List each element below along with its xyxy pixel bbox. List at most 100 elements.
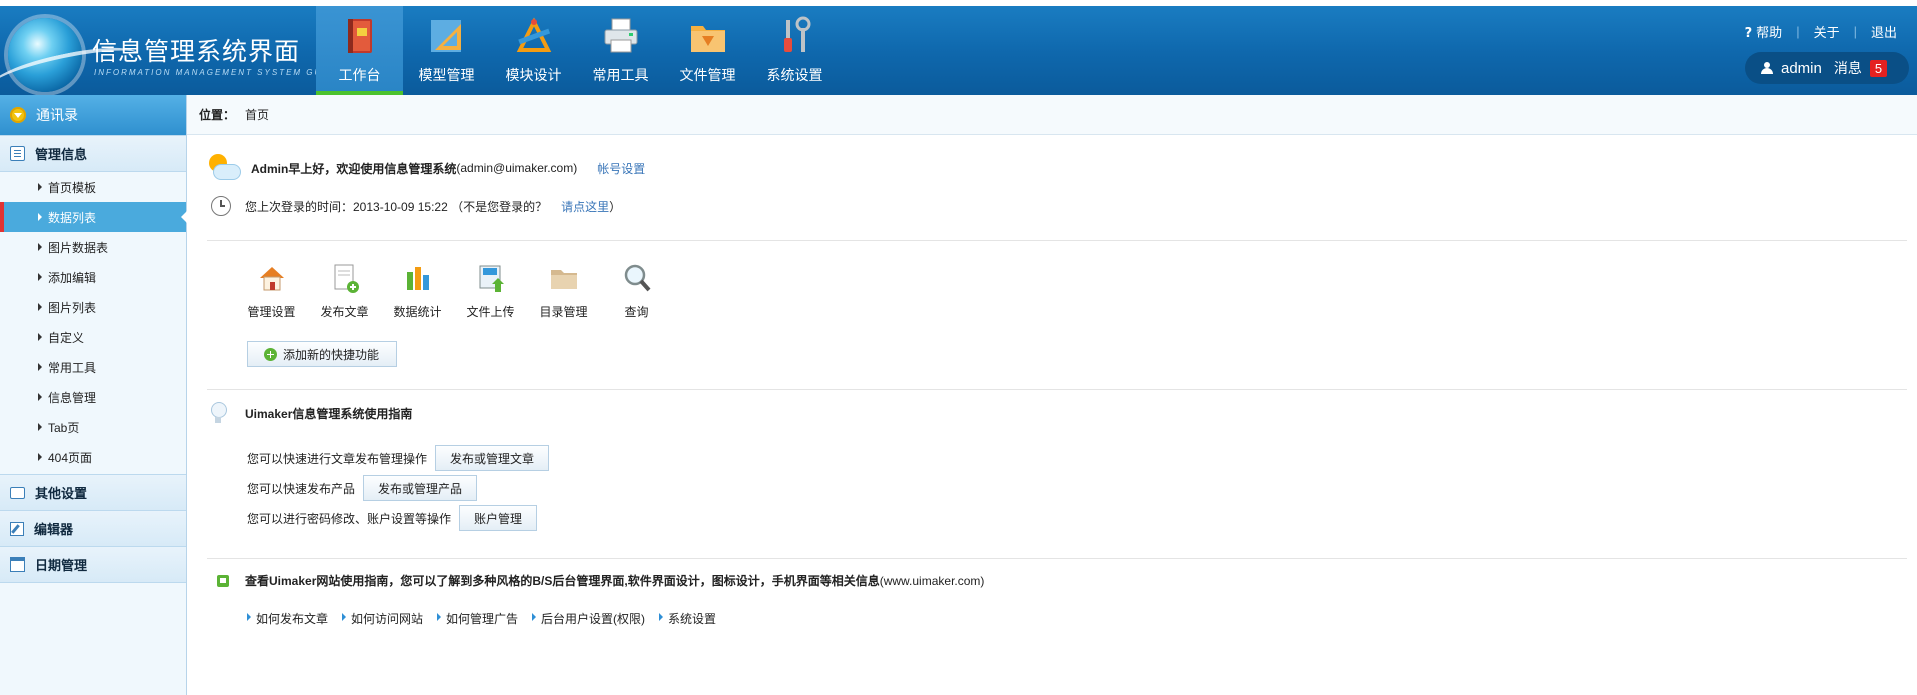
sidebar-section-other-settings[interactable]: 其他设置 <box>0 475 186 511</box>
sidebar-section-manage-info[interactable]: 管理信息 <box>0 136 186 172</box>
welcome-email: (admin@uimaker.com) <box>456 161 578 175</box>
upload-icon <box>479 265 504 292</box>
design-tools-icon <box>516 17 552 52</box>
quick-item-label: 发布文章 <box>320 305 369 319</box>
welcome-line: Admin早上好，欢迎使用信息管理系统 (admin@uimaker.com) … <box>207 154 645 182</box>
book-icon <box>348 19 372 53</box>
app-title: 信息管理系统界面 <box>92 37 301 66</box>
add-shortcut-label: 添加新的快捷功能 <box>283 347 380 362</box>
nav-item-file-manage[interactable]: 文件管理 <box>664 6 751 95</box>
site-guide-url[interactable]: (www.uimaker.com) <box>880 574 985 588</box>
link-system-settings[interactable]: 系统设置 <box>659 610 716 627</box>
about-link[interactable]: 关于 <box>1814 22 1840 41</box>
nav-label: 工作台 <box>338 68 381 84</box>
sidebar-section-contacts[interactable]: 通讯录 <box>0 95 186 136</box>
sidebar-item-custom[interactable]: 自定义 <box>0 322 186 352</box>
sidebar-item-tab-page[interactable]: Tab页 <box>0 412 186 442</box>
logout-link[interactable]: 退出 <box>1871 22 1897 41</box>
link-how-visit[interactable]: 如何访问网站 <box>342 610 423 627</box>
guide-row-account: 您可以进行密码修改、账户设置等操作 账户管理 <box>247 505 538 531</box>
quick-item-file-upload[interactable]: 文件上传 <box>454 262 527 320</box>
printer-icon <box>604 18 638 53</box>
sidebar-section-label: 其他设置 <box>35 486 88 501</box>
guide-row-text: 您可以快速进行文章发布管理操作 <box>247 451 428 466</box>
ruler-triangle-icon <box>431 20 461 52</box>
sidebar-item-add-edit[interactable]: 添加编辑 <box>0 262 186 292</box>
lightbulb-icon <box>211 402 227 424</box>
top-header: 信息管理系统界面 INFORMATION MANAGEMENT SYSTEM G… <box>0 0 1917 102</box>
nav-item-common-tools[interactable]: 常用工具 <box>577 6 664 95</box>
sidebar-item-common-tools[interactable]: 常用工具 <box>0 352 186 382</box>
site-guide-text: 查看Uimaker网站使用指南，您可以了解到多种风格的B/S后台管理界面,软件界… <box>245 574 880 588</box>
link-how-publish[interactable]: 如何发布文章 <box>247 610 328 627</box>
nav-item-workbench[interactable]: 工作台 <box>316 6 403 95</box>
sidebar-item-label: Tab页 <box>48 420 80 435</box>
guide-row-text: 您可以进行密码修改、账户设置等操作 <box>247 511 452 526</box>
messages-link[interactable]: 消息 <box>1834 58 1862 78</box>
divider <box>207 558 1907 559</box>
sidebar-item-label: 数据列表 <box>48 210 97 225</box>
sidebar-item-info-manage[interactable]: 信息管理 <box>0 382 186 412</box>
folder-icon <box>550 270 577 289</box>
chat-icon <box>10 486 25 499</box>
sidebar-section-editor[interactable]: 编辑器 <box>0 511 186 547</box>
sidebar-section-label: 通讯录 <box>36 107 78 123</box>
list-icon <box>10 146 25 161</box>
sidebar-section-date-manage[interactable]: 日期管理 <box>0 547 186 583</box>
doc-add-icon <box>334 264 359 293</box>
sidebar-item-404-page[interactable]: 404页面 <box>0 442 186 472</box>
quick-item-label: 目录管理 <box>539 305 588 319</box>
main-content: Admin早上好，欢迎使用信息管理系统 (admin@uimaker.com) … <box>187 134 1917 695</box>
sidebar-item-label: 首页模板 <box>48 180 97 195</box>
manage-article-button[interactable]: 发布或管理文章 <box>435 445 550 471</box>
nav-item-system-settings[interactable]: 系统设置 <box>751 6 838 95</box>
username[interactable]: admin <box>1781 60 1822 77</box>
account-settings-link[interactable]: 帐号设置 <box>597 160 645 177</box>
breadcrumb-current[interactable]: 首页 <box>245 106 269 123</box>
divider <box>207 389 1907 390</box>
help-label: 帮助 <box>1756 26 1783 41</box>
quick-item-manage-settings[interactable]: 管理设置 <box>235 262 308 320</box>
sidebar-item-label: 添加编辑 <box>48 270 97 285</box>
help-link[interactable]: ? 帮助 <box>1745 22 1783 41</box>
guide-row-product: 您可以快速发布产品 发布或管理产品 <box>247 475 478 501</box>
sidebar-item-image-table[interactable]: 图片数据表 <box>0 232 186 262</box>
bar-chart-icon <box>406 267 429 290</box>
app-subtitle: INFORMATION MANAGEMENT SYSTEM GUI <box>94 68 327 77</box>
quick-item-label: 文件上传 <box>466 305 515 319</box>
quick-item-data-stats[interactable]: 数据统计 <box>381 262 454 320</box>
sidebar-items: 首页模板 数据列表 图片数据表 添加编辑 图片列表 自定义 常用工具 信息管理 … <box>0 172 187 475</box>
sidebar-item-label: 自定义 <box>48 330 85 345</box>
main-nav: 工作台 模型管理 模块设计 常用工具 文件管理 系统设置 <box>316 6 838 95</box>
sun-cloud-icon <box>207 154 241 182</box>
sidebar-item-home-template[interactable]: 首页模板 <box>0 172 186 202</box>
quick-item-dir-manage[interactable]: 目录管理 <box>527 262 600 320</box>
nav-item-model-manage[interactable]: 模型管理 <box>403 6 490 95</box>
quick-item-label: 数据统计 <box>393 305 442 319</box>
sidebar-item-label: 图片列表 <box>48 300 97 315</box>
guide-row-article: 您可以快速进行文章发布管理操作 发布或管理文章 <box>247 445 550 471</box>
sidebar-item-image-list[interactable]: 图片列表 <box>0 292 186 322</box>
add-shortcut-button[interactable]: 添加新的快捷功能 <box>247 341 397 367</box>
quick-item-search[interactable]: 查询 <box>600 262 673 320</box>
calendar-icon <box>10 557 25 572</box>
nav-label: 系统设置 <box>766 68 823 84</box>
message-count-badge[interactable]: 5 <box>1869 59 1888 77</box>
plus-icon <box>264 347 277 361</box>
wrench-screwdriver-icon <box>784 16 811 52</box>
top-links: ? 帮助 | 关于 | 退出 <box>1745 22 1897 41</box>
sidebar: 通讯录 管理信息 首页模板 数据列表 图片数据表 添加编辑 图片列表 自定义 常… <box>0 95 187 695</box>
account-manage-button[interactable]: 账户管理 <box>459 505 538 531</box>
link-how-ads[interactable]: 如何管理广告 <box>437 610 518 627</box>
last-login-close: ） <box>609 199 622 214</box>
last-login-text: 您上次登录的时间：2013-10-09 15:22 （不是您登录的？ <box>245 199 548 214</box>
quick-item-publish-article[interactable]: 发布文章 <box>308 262 381 320</box>
sidebar-item-data-list[interactable]: 数据列表 <box>0 202 187 232</box>
site-guide-title: 查看Uimaker网站使用指南，您可以了解到多种风格的B/S后台管理界面,软件界… <box>217 572 984 589</box>
link-user-permissions[interactable]: 后台用户设置(权限) <box>532 610 645 627</box>
expand-arrow-icon <box>10 107 26 123</box>
not-me-link[interactable]: 请点这里 <box>561 198 609 215</box>
breadcrumb: 位置： 首页 <box>187 95 1917 135</box>
nav-item-module-design[interactable]: 模块设计 <box>490 6 577 95</box>
manage-product-button[interactable]: 发布或管理产品 <box>363 475 478 501</box>
